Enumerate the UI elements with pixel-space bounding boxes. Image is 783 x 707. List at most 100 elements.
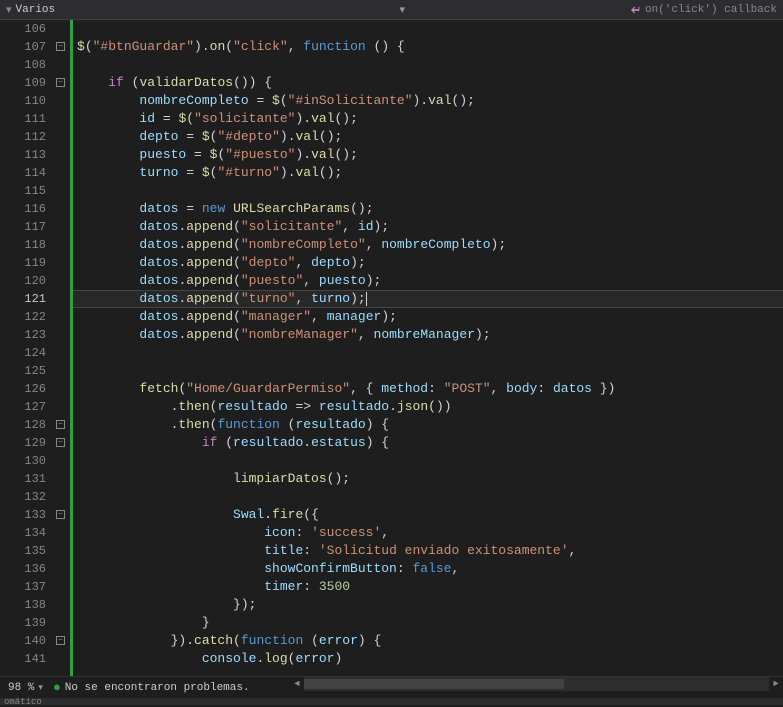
chevron-down-icon[interactable]: ▾ xyxy=(400,3,406,17)
line-number: 138 xyxy=(0,596,46,614)
code-line[interactable]: if (resultado.estatus) { xyxy=(73,434,783,452)
code-line[interactable]: datos.append("solicitante", id); xyxy=(73,218,783,236)
code-line[interactable]: datos.append("nombreCompleto", nombreCom… xyxy=(73,236,783,254)
breadcrumb-function[interactable]: on('click') callback xyxy=(631,4,777,16)
zoom-value: 98 % xyxy=(8,682,34,694)
fold-column[interactable]: − − − − − − xyxy=(54,20,70,676)
code-line[interactable]: showConfirmButton: false, xyxy=(73,560,783,578)
fold-toggle[interactable]: − xyxy=(56,510,65,519)
zoom-level[interactable]: 98 % ▾ xyxy=(8,682,43,694)
code-line[interactable]: timer: 3500 xyxy=(73,578,783,596)
line-number: 128 xyxy=(0,416,46,434)
fold-toggle[interactable]: − xyxy=(56,42,65,51)
breadcrumb-bar: ▾ Varios ▾ on('click') callback xyxy=(0,0,783,20)
line-number: 116 xyxy=(0,200,46,218)
code-line[interactable]: Swal.fire({ xyxy=(73,506,783,524)
line-number: 118 xyxy=(0,236,46,254)
code-line[interactable] xyxy=(73,362,783,380)
line-number: 122 xyxy=(0,308,46,326)
line-number: 115 xyxy=(0,182,46,200)
scroll-right-icon[interactable]: ► xyxy=(769,677,783,691)
line-number: 137 xyxy=(0,578,46,596)
code-line[interactable]: datos.append("depto", depto); xyxy=(73,254,783,272)
code-line[interactable]: $("#btnGuardar").on("click", function ()… xyxy=(73,38,783,56)
code-line[interactable]: datos.append("turno", turno); xyxy=(73,290,783,308)
line-number: 126 xyxy=(0,380,46,398)
code-line[interactable]: .then(resultado => resultado.json()) xyxy=(73,398,783,416)
fold-toggle[interactable]: − xyxy=(56,420,65,429)
code-line[interactable]: nombreCompleto = $("#inSolicitante").val… xyxy=(73,92,783,110)
problems-status[interactable]: ● No se encontraron problemas. xyxy=(53,680,250,695)
code-content[interactable]: $("#btnGuardar").on("click", function ()… xyxy=(73,20,783,676)
problems-label: No se encontraron problemas. xyxy=(65,682,250,694)
code-line[interactable]: } xyxy=(73,614,783,632)
line-number: 121 xyxy=(0,290,46,308)
code-line[interactable]: if (validarDatos()) { xyxy=(73,74,783,92)
line-number: 134 xyxy=(0,524,46,542)
horizontal-scrollbar[interactable]: ◄ ► xyxy=(290,677,783,691)
breadcrumb-function-label: on('click') callback xyxy=(645,4,777,16)
line-number: 125 xyxy=(0,362,46,380)
scroll-left-icon[interactable]: ◄ xyxy=(290,677,304,691)
code-line[interactable] xyxy=(73,182,783,200)
line-number: 112 xyxy=(0,128,46,146)
line-number: 131 xyxy=(0,470,46,488)
code-line[interactable]: depto = $("#depto").val(); xyxy=(73,128,783,146)
code-line[interactable]: }); xyxy=(73,596,783,614)
code-line[interactable]: datos.append("nombreManager", nombreMana… xyxy=(73,326,783,344)
code-line[interactable]: title: 'Solicitud enviado exitosamente', xyxy=(73,542,783,560)
fold-toggle[interactable]: − xyxy=(56,78,65,87)
line-number: 130 xyxy=(0,452,46,470)
code-line[interactable] xyxy=(73,488,783,506)
line-number: 133 xyxy=(0,506,46,524)
code-line[interactable]: }).catch(function (error) { xyxy=(73,632,783,650)
line-number: 135 xyxy=(0,542,46,560)
code-line[interactable]: turno = $("#turno").val(); xyxy=(73,164,783,182)
line-number: 117 xyxy=(0,218,46,236)
line-number: 129 xyxy=(0,434,46,452)
line-number: 140 xyxy=(0,632,46,650)
code-line[interactable] xyxy=(73,20,783,38)
file-icon: ▾ xyxy=(6,3,12,17)
code-line[interactable] xyxy=(73,344,783,362)
line-number: 139 xyxy=(0,614,46,632)
line-number: 127 xyxy=(0,398,46,416)
line-number: 123 xyxy=(0,326,46,344)
editor-area[interactable]: 1061071081091101111121131141151161171181… xyxy=(0,20,783,676)
code-line[interactable] xyxy=(73,452,783,470)
line-number: 132 xyxy=(0,488,46,506)
line-number: 119 xyxy=(0,254,46,272)
fold-toggle[interactable]: − xyxy=(56,438,65,447)
line-number: 136 xyxy=(0,560,46,578)
line-number: 106 xyxy=(0,20,46,38)
code-line[interactable]: icon: 'success', xyxy=(73,524,783,542)
code-line[interactable]: datos = new URLSearchParams(); xyxy=(73,200,783,218)
scope-dropdown[interactable]: ▾ Varios xyxy=(6,3,55,17)
fold-toggle[interactable]: − xyxy=(56,636,65,645)
code-line[interactable]: datos.append("puesto", puesto); xyxy=(73,272,783,290)
line-number: 108 xyxy=(0,56,46,74)
code-line[interactable] xyxy=(73,56,783,74)
bottom-strip-text: omático xyxy=(4,697,42,707)
zoom-dropdown-icon[interactable]: ▾ xyxy=(38,683,43,693)
scrollbar-thumb[interactable] xyxy=(304,679,564,689)
status-bar: 98 % ▾ ● No se encontraron problemas. ◄ … xyxy=(0,676,783,698)
code-line[interactable]: id = $("solicitante").val(); xyxy=(73,110,783,128)
code-line[interactable]: limpiarDatos(); xyxy=(73,470,783,488)
code-line[interactable]: .then(function (resultado) { xyxy=(73,416,783,434)
code-line[interactable]: console.log(error) xyxy=(73,650,783,668)
code-line[interactable]: puesto = $("#puesto").val(); xyxy=(73,146,783,164)
line-number: 124 xyxy=(0,344,46,362)
line-number: 110 xyxy=(0,92,46,110)
check-icon: ● xyxy=(53,680,61,695)
scope-label: Varios xyxy=(16,4,56,16)
bottom-strip: omático xyxy=(0,698,783,705)
callback-icon xyxy=(631,5,641,15)
line-number: 113 xyxy=(0,146,46,164)
line-number: 107 xyxy=(0,38,46,56)
scrollbar-track[interactable] xyxy=(304,677,769,691)
text-cursor xyxy=(366,292,367,306)
code-line[interactable]: datos.append("manager", manager); xyxy=(73,308,783,326)
code-line[interactable]: fetch("Home/GuardarPermiso", { method: "… xyxy=(73,380,783,398)
line-number-gutter: 1061071081091101111121131141151161171181… xyxy=(0,20,54,676)
